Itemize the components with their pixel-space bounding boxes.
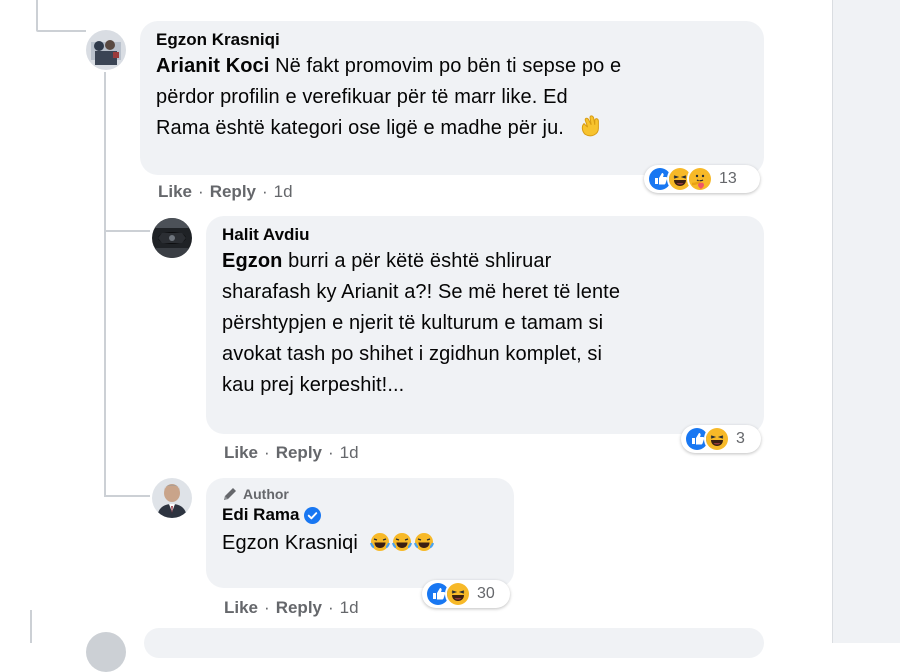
reply-button[interactable]: Reply (276, 443, 322, 463)
author-badge: Author (222, 486, 500, 502)
comment-text-line: përshtypjen e njerit të kulturum e tamam… (222, 312, 604, 334)
comment-text: Arianit Koci Në fakt promovim po bën ti … (156, 51, 750, 144)
tears-of-joy-icon (369, 533, 390, 551)
like-button[interactable]: Like (224, 443, 258, 463)
avatar[interactable] (152, 478, 192, 518)
comment-actions: Like · Reply · 1d (158, 182, 293, 202)
separator: · (328, 598, 334, 617)
mention-link[interactable]: Egzon Krasniqi (222, 532, 358, 554)
like-button[interactable]: Like (158, 182, 192, 202)
mention-link[interactable]: Arianit Koci (156, 55, 269, 77)
separator: · (264, 598, 270, 617)
author-name[interactable]: Halit Avdiu (222, 224, 310, 246)
separator: · (264, 443, 270, 462)
right-gutter (832, 0, 900, 643)
comment-author[interactable]: Halit Avdiu (222, 224, 750, 246)
thread-line (30, 610, 32, 643)
avatar[interactable] (86, 632, 126, 672)
reaction-count: 3 (736, 430, 745, 447)
comment-author[interactable]: Egzon Krasniqi (156, 29, 750, 51)
verified-badge-icon (304, 506, 322, 524)
thread-line (104, 72, 106, 497)
haha-reaction-icon (704, 426, 730, 452)
separator: · (198, 182, 204, 201)
separator: · (262, 182, 268, 201)
comment-actions: Like · Reply · 1d (224, 443, 359, 463)
timestamp[interactable]: 1d (340, 443, 359, 463)
reaction-summary[interactable]: 13 (644, 165, 760, 193)
reaction-summary[interactable]: 30 (422, 580, 510, 608)
author-name[interactable]: Edi Rama (222, 504, 299, 526)
timestamp[interactable]: 1d (274, 182, 293, 202)
reply-button[interactable]: Reply (276, 598, 322, 618)
comment-text-line: avokat tash po shihet i zgidhun komplet,… (222, 343, 603, 365)
comment-bubble (144, 628, 764, 658)
thread-line (104, 495, 150, 497)
comment-text-line: sharafash ky Arianit a?! Se më heret të … (222, 281, 621, 303)
avatar-egzon-image (86, 30, 126, 70)
comment-text-line: Rama është kategori ose ligë e madhe për… (156, 117, 564, 139)
tears-of-joy-icon (413, 533, 434, 551)
comment-text-line: burri a për këtë është shliruar (282, 250, 552, 272)
comment-text: Egzon burri a për këtë është shliruar sh… (222, 246, 750, 401)
comment-actions: Like · Reply · 1d (224, 598, 359, 618)
comment-text-line: Në fakt promovim po bën ti sepse po e (269, 55, 622, 77)
thread-line (36, 0, 38, 30)
pen-icon (224, 488, 236, 500)
tears-of-joy-icon (391, 533, 412, 551)
thread-line (104, 230, 150, 232)
reaction-count: 30 (477, 585, 495, 602)
avatar-edi-rama-image (152, 478, 192, 518)
reply-button[interactable]: Reply (210, 182, 256, 202)
comment-author[interactable]: Edi Rama (222, 504, 500, 526)
thread-line (36, 30, 86, 32)
avatar[interactable] (86, 30, 126, 70)
avatar-halit-image (152, 218, 192, 258)
comment-bubble: Author Edi Rama Egzon Krasniqi (206, 478, 514, 588)
comment-bubble: Egzon Krasniqi Arianit Koci Në fakt prom… (140, 21, 764, 175)
author-badge-label: Author (243, 486, 289, 502)
care-reaction-icon (687, 166, 713, 192)
separator: · (328, 443, 334, 462)
comment-text: Egzon Krasniqi (222, 528, 500, 559)
mention-link[interactable]: Egzon (222, 250, 283, 272)
comment-bubble: Halit Avdiu Egzon burri a për këtë është… (206, 216, 764, 434)
like-button[interactable]: Like (224, 598, 258, 618)
avatar[interactable] (152, 218, 192, 258)
author-name[interactable]: Egzon Krasniqi (156, 29, 280, 51)
reaction-count: 13 (719, 170, 737, 187)
comment-text-line: kau prej kerpeshit!... (222, 374, 405, 396)
reaction-summary[interactable]: 3 (681, 425, 761, 453)
waving-hand-icon (581, 115, 599, 137)
haha-reaction-icon (445, 581, 471, 607)
timestamp[interactable]: 1d (340, 598, 359, 618)
comment-text-line: përdor profilin e verefikuar për të marr… (156, 86, 568, 108)
